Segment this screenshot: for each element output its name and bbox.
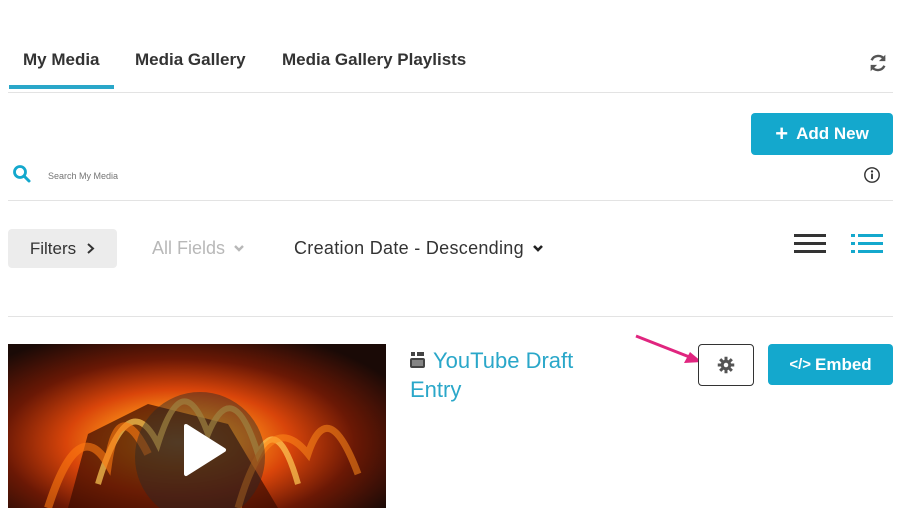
entry-title-link[interactable]: YouTube Draft Entry [410, 346, 670, 404]
actions-settings-button[interactable] [698, 344, 754, 386]
tab-bar: My Media Media Gallery Media Gallery Pla… [8, 40, 893, 93]
search-bar [8, 158, 893, 201]
search-input[interactable] [46, 164, 550, 188]
filters-label: Filters [29, 238, 77, 258]
add-new-label: Add New [796, 124, 869, 143]
detailed-view-icon[interactable] [849, 231, 885, 257]
tab-media-gallery-playlists[interactable]: Media Gallery Playlists [282, 50, 466, 70]
plus-icon: + [775, 121, 789, 146]
chevron-down-icon [234, 245, 244, 252]
gear-icon [717, 356, 735, 374]
sort-dropdown-value: Creation Date - Descending [294, 238, 524, 258]
fields-dropdown-value: All Fields [152, 238, 226, 258]
refresh-icon[interactable] [867, 52, 889, 74]
chevron-down-icon [533, 245, 543, 252]
divider [8, 316, 893, 317]
play-icon[interactable] [180, 422, 230, 478]
fields-dropdown[interactable]: All Fields [152, 238, 245, 259]
filters-button[interactable]: Filters [8, 229, 117, 268]
tab-media-gallery[interactable]: Media Gallery [135, 50, 246, 70]
list-view-icon[interactable] [792, 231, 828, 257]
media-thumbnail[interactable] [8, 344, 386, 508]
entry-title-line2: Entry [410, 377, 462, 402]
add-new-button[interactable]: + Add New [751, 113, 893, 155]
info-icon[interactable] [863, 166, 881, 184]
search-icon [13, 165, 31, 183]
tab-my-media[interactable]: My Media [9, 50, 113, 89]
entry-title-line1: YouTube Draft [433, 348, 574, 373]
sort-dropdown[interactable]: Creation Date - Descending [294, 238, 544, 259]
chevron-right-icon [87, 243, 95, 254]
embed-label: Embed [815, 354, 872, 374]
embed-button[interactable]: </> Embed [768, 344, 893, 385]
code-icon: </> [789, 356, 811, 373]
youtube-icon [410, 352, 425, 368]
